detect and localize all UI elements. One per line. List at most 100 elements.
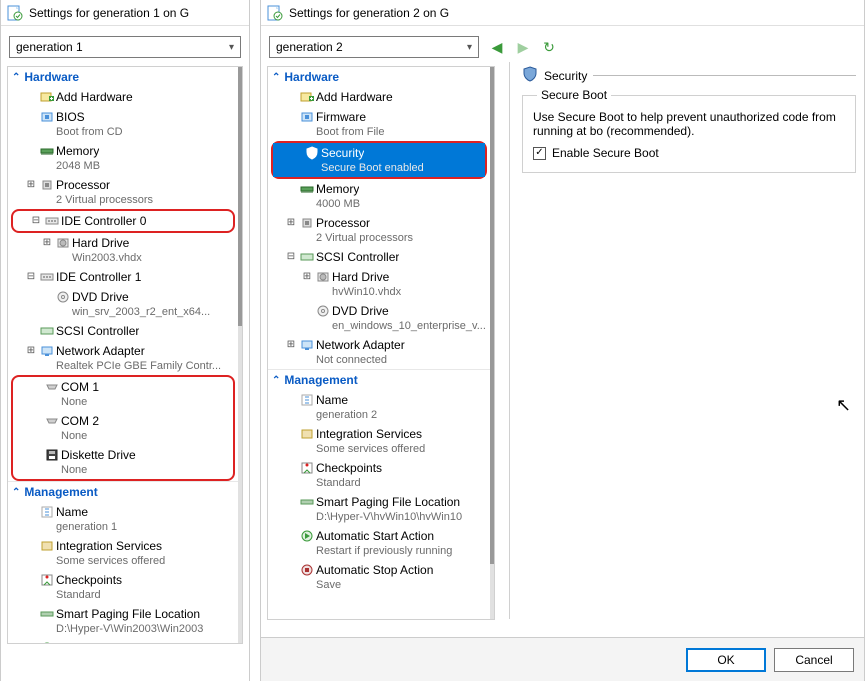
tree-node-sublabel: 2 Virtual processors [56, 193, 234, 207]
name-icon [298, 393, 316, 408]
tree-node-automatic-start-action[interactable]: Automatic Start ActionRestart if previou… [268, 526, 490, 560]
tree-node-hard-drive[interactable]: ⊞Hard DrivehvWin10.vhdx [268, 267, 490, 301]
cpu-icon [298, 216, 316, 231]
tree-node-firmware[interactable]: FirmwareBoot from File [268, 107, 490, 141]
settings-tree-gen2[interactable]: ⌃HardwareAdd HardwareFirmwareBoot from F… [267, 66, 495, 620]
collapse-icon[interactable]: ⊟ [29, 214, 43, 228]
management-section-header[interactable]: ⌃Management [268, 369, 490, 390]
tree-node-memory[interactable]: Memory2048 MB [8, 141, 238, 175]
nav-prev-button[interactable]: ◀ [487, 37, 507, 57]
ok-button[interactable]: OK [686, 648, 766, 672]
expand-icon[interactable]: ⊞ [284, 216, 298, 230]
tree-node-integration-services[interactable]: Integration ServicesSome services offere… [8, 536, 238, 570]
tree-node-label: Network Adapter [316, 338, 405, 352]
tree-node-memory[interactable]: Memory4000 MB [268, 179, 490, 213]
dialog-footer: OK Cancel [261, 637, 864, 681]
plus-green-icon [38, 90, 56, 105]
stop-icon [298, 563, 316, 578]
detail-title-text: Security [544, 69, 587, 83]
scrollbar[interactable] [238, 67, 242, 643]
scrollbar[interactable] [490, 67, 494, 619]
dvd-icon [314, 304, 332, 319]
svc-icon [38, 539, 56, 554]
expand-icon[interactable]: ⊞ [300, 270, 314, 284]
cpu-icon [38, 178, 56, 193]
tree-node-integration-services[interactable]: Integration ServicesSome services offere… [268, 424, 490, 458]
tree-node-network-adapter[interactable]: ⊞Network AdapterNot connected [268, 335, 490, 369]
tree-node-processor[interactable]: ⊞Processor2 Virtual processors [268, 213, 490, 247]
start-icon [38, 641, 56, 643]
tree-node-name[interactable]: Namegeneration 1 [8, 502, 238, 536]
hardware-section-header[interactable]: ⌃Hardware [268, 67, 490, 87]
vm-selector-gen2[interactable]: generation 2 ▾ [269, 36, 479, 58]
tree-node-label: Hard Drive [332, 270, 389, 284]
tree-node-smart-paging-file-location[interactable]: Smart Paging File LocationD:\Hyper-V\Win… [8, 604, 238, 638]
tree-node-label: Automatic Stop Action [316, 563, 433, 577]
chevron-up-icon: ⌃ [12, 72, 20, 83]
tree-node-network-adapter[interactable]: ⊞Network AdapterRealtek PCIe GBE Family … [8, 341, 238, 375]
cancel-button[interactable]: Cancel [774, 648, 854, 672]
tree-node-com-2[interactable]: COM 2None [13, 411, 233, 445]
tree-node-sublabel: Some services offered [316, 442, 486, 456]
collapse-icon[interactable]: ⊟ [24, 270, 38, 284]
tree-node-sublabel: None [61, 463, 229, 477]
settings-icon [267, 5, 283, 21]
tree-node-sublabel: generation 1 [56, 520, 234, 534]
tree-node-label: SCSI Controller [56, 324, 139, 338]
chevron-up-icon: ⌃ [272, 72, 280, 83]
tree-node-automatic-start-action[interactable]: Automatic Start ActionRestart if previou… [8, 638, 238, 643]
tree-node-name[interactable]: Namegeneration 2 [268, 390, 490, 424]
tree-node-com-1[interactable]: COM 1None [13, 377, 233, 411]
expand-icon[interactable]: ⊞ [24, 344, 38, 358]
separator [593, 75, 856, 76]
shield-icon [522, 66, 538, 85]
refresh-button[interactable]: ↻ [539, 37, 559, 57]
floppy-icon [43, 448, 61, 463]
tree-node-add-hardware[interactable]: Add Hardware [268, 87, 490, 107]
tree-node-add-hardware[interactable]: Add Hardware [8, 87, 238, 107]
tree-node-scsi-controller[interactable]: SCSI Controller [8, 321, 238, 341]
com-icon [43, 414, 61, 429]
tree-node-label: Hard Drive [72, 236, 129, 250]
expand-icon[interactable]: ⊞ [24, 178, 38, 192]
collapse-icon[interactable]: ⊟ [284, 250, 298, 264]
vm-selector-gen1[interactable]: generation 1 ▾ [9, 36, 241, 58]
tree-node-sublabel: Win2003.vhdx [72, 251, 234, 265]
enable-secure-boot-checkbox[interactable]: ✓ [533, 147, 546, 160]
expand-icon[interactable]: ⊞ [40, 236, 54, 250]
tree-node-security[interactable]: SecuritySecure Boot enabled [273, 143, 485, 177]
chip-icon [38, 110, 56, 125]
tree-node-bios[interactable]: BIOSBoot from CD [8, 107, 238, 141]
tree-node-sublabel: 2 Virtual processors [316, 231, 486, 245]
tree-node-label: Processor [56, 178, 110, 192]
ide-icon [43, 214, 61, 229]
tree-node-processor[interactable]: ⊞ Processor2 Virtual processors [8, 175, 238, 209]
tree-node-scsi-controller[interactable]: ⊟SCSI Controller [268, 247, 490, 267]
tree-node-dvd-drive[interactable]: DVD Driveen_windows_10_enterprise_v... [268, 301, 490, 335]
tree-node-dvd-drive[interactable]: DVD Drivewin_srv_2003_r2_ent_x64... [8, 287, 238, 321]
chevron-down-icon: ▾ [467, 42, 472, 53]
tree-node-sublabel: en_windows_10_enterprise_v... [332, 319, 486, 333]
scsi-icon [298, 250, 316, 265]
management-section-header[interactable]: ⌃Management [8, 481, 238, 502]
tree-node-checkpoints[interactable]: CheckpointsStandard [8, 570, 238, 604]
tree-node-checkpoints[interactable]: CheckpointsStandard [268, 458, 490, 492]
tree-node-ide-controller-0[interactable]: ⊟IDE Controller 0 [13, 211, 233, 231]
hardware-section-header[interactable]: ⌃Hardware [8, 67, 238, 87]
tree-node-automatic-stop-action[interactable]: Automatic Stop ActionSave [268, 560, 490, 594]
com-icon [43, 380, 61, 395]
chk-icon [38, 573, 56, 588]
tree-node-label: Smart Paging File Location [316, 495, 460, 509]
expand-icon[interactable]: ⊞ [284, 338, 298, 352]
tree-node-smart-paging-file-location[interactable]: Smart Paging File LocationD:\Hyper-V\hvW… [268, 492, 490, 526]
tree-node-hard-drive[interactable]: ⊞ Hard DriveWin2003.vhdx [8, 233, 238, 267]
tree-node-sublabel: 4000 MB [316, 197, 486, 211]
tree-node-ide-controller-1[interactable]: ⊟IDE Controller 1 [8, 267, 238, 287]
tree-node-label: DVD Drive [332, 304, 389, 318]
chip-icon [298, 110, 316, 125]
titlebar-gen2: Settings for generation 2 on G [261, 0, 864, 26]
settings-tree-gen1[interactable]: ⌃HardwareAdd HardwareBIOSBoot from CDMem… [7, 66, 243, 644]
nav-next-button[interactable]: ▶ [513, 37, 533, 57]
tree-node-diskette-drive[interactable]: Diskette DriveNone [13, 445, 233, 479]
tree-node-sublabel: Restart if previously running [316, 544, 486, 558]
